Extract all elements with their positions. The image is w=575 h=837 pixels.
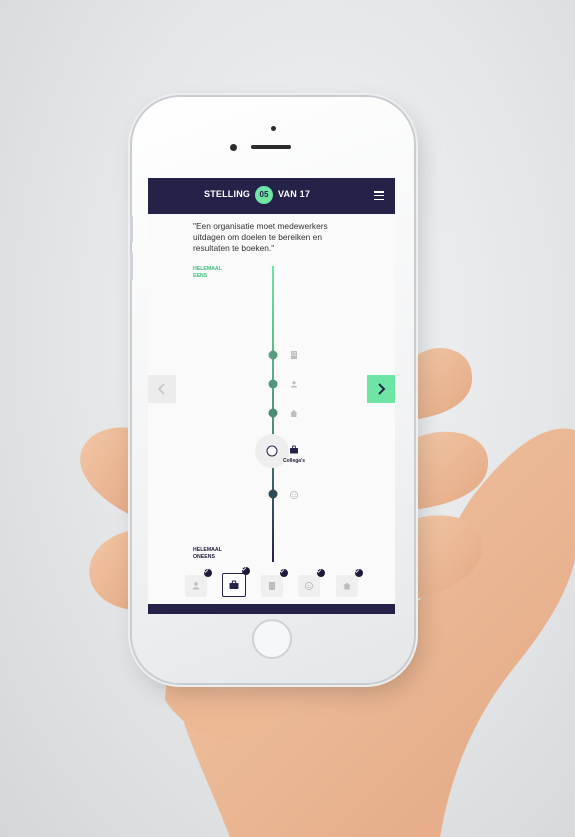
agreement-scale: [255, 266, 299, 562]
chevron-left-icon: [157, 383, 165, 395]
person-icon: [192, 582, 200, 590]
volume-button: [130, 252, 133, 280]
next-button[interactable]: [367, 375, 395, 403]
previous-button[interactable]: [148, 375, 176, 403]
current-marker-label: Collega's: [283, 458, 306, 464]
marker-building[interactable]: [268, 350, 278, 360]
tab-briefcase[interactable]: [222, 567, 250, 597]
check-icon: [241, 567, 250, 575]
briefcase-icon: [290, 445, 298, 454]
check-icon: [279, 569, 288, 577]
app-screen: STELLING 05 VAN 17 "Een organisatie moet…: [148, 178, 395, 614]
tab-person[interactable]: [185, 569, 212, 597]
home-button[interactable]: [252, 619, 292, 659]
home-icon: [343, 582, 351, 590]
check-icon: [354, 569, 363, 577]
tab-smiley[interactable]: [298, 569, 325, 597]
camera-icon: [271, 126, 276, 131]
screen-bottom-bar: [148, 604, 395, 614]
chevron-right-icon: [378, 383, 386, 395]
building-icon: [291, 351, 297, 359]
marker-person[interactable]: [268, 379, 278, 389]
speaker-grille: [251, 145, 291, 149]
check-icon: [203, 569, 212, 577]
check-icon: [316, 569, 325, 577]
tab-building[interactable]: [261, 569, 288, 597]
home-icon: [290, 410, 298, 417]
smiley-icon: [304, 581, 314, 591]
volume-button: [130, 215, 133, 243]
building-icon: [269, 582, 275, 590]
marker-current[interactable]: [266, 445, 278, 457]
marker-home[interactable]: [268, 408, 278, 418]
briefcase-icon: [229, 580, 239, 589]
marker-smiley[interactable]: [268, 489, 278, 499]
person-icon: [291, 381, 297, 388]
smiley-icon: [289, 490, 299, 500]
tab-home[interactable]: [336, 569, 363, 597]
sensor-icon: [230, 144, 237, 151]
